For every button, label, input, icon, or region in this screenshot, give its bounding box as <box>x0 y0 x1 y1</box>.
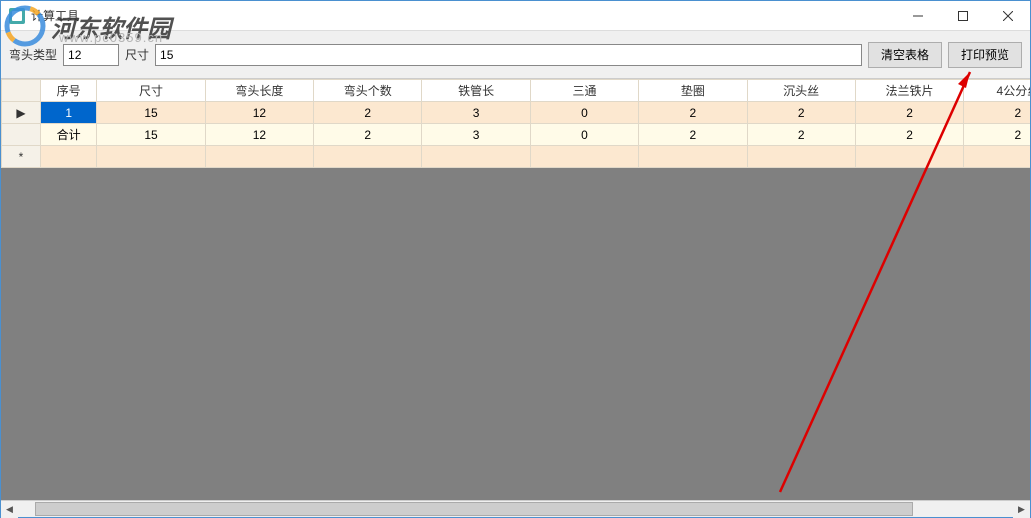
grid-corner[interactable] <box>2 80 41 102</box>
minimize-button[interactable] <box>895 1 940 31</box>
cell[interactable]: 2 <box>747 102 855 124</box>
col-header-tee[interactable]: 三通 <box>530 80 638 102</box>
cell[interactable]: 3 <box>422 124 530 146</box>
cell[interactable]: 0 <box>530 124 638 146</box>
size-input[interactable] <box>155 44 862 66</box>
col-header-countersunk[interactable]: 沉头丝 <box>747 80 855 102</box>
type-label: 弯头类型 <box>9 46 57 63</box>
cell[interactable] <box>747 146 855 168</box>
cell[interactable] <box>855 146 963 168</box>
type-input[interactable] <box>63 44 119 66</box>
cell[interactable]: 2 <box>314 124 422 146</box>
cell[interactable] <box>41 146 97 168</box>
cell[interactable]: 12 <box>205 124 313 146</box>
table-row-new[interactable]: * <box>2 146 1031 168</box>
new-row-indicator-icon: * <box>2 146 41 168</box>
cell[interactable] <box>639 146 747 168</box>
cell[interactable] <box>422 146 530 168</box>
col-header-flange[interactable]: 法兰铁片 <box>855 80 963 102</box>
cell[interactable] <box>97 146 205 168</box>
row-indicator-icon: ▶ <box>2 102 41 124</box>
scroll-track[interactable] <box>18 501 1013 517</box>
col-header-size[interactable]: 尺寸 <box>97 80 205 102</box>
col-header-bend-count[interactable]: 弯头个数 <box>314 80 422 102</box>
table-row[interactable]: ▶ 1 15 12 2 3 0 2 2 2 2 <box>2 102 1031 124</box>
scroll-right-icon[interactable]: ▶ <box>1013 501 1030 518</box>
cell[interactable]: 2 <box>747 124 855 146</box>
cell[interactable]: 2 <box>639 102 747 124</box>
cell[interactable]: 12 <box>205 102 313 124</box>
scroll-thumb[interactable] <box>35 502 913 516</box>
data-grid[interactable]: 序号 尺寸 弯头长度 弯头个数 铁管长 三通 垫圈 沉头丝 法兰铁片 4公分丝 … <box>1 79 1030 168</box>
titlebar: 计算工具 <box>1 1 1030 31</box>
cell[interactable]: 2 <box>855 124 963 146</box>
cell[interactable]: 15 <box>97 102 205 124</box>
close-button[interactable] <box>985 1 1030 31</box>
print-preview-button[interactable]: 打印预览 <box>948 42 1022 68</box>
cell[interactable] <box>205 146 313 168</box>
window-title: 计算工具 <box>31 7 79 24</box>
cell[interactable]: 2 <box>855 102 963 124</box>
cell[interactable]: 15 <box>97 124 205 146</box>
grid-area: 序号 尺寸 弯头长度 弯头个数 铁管长 三通 垫圈 沉头丝 法兰铁片 4公分丝 … <box>1 79 1030 500</box>
app-icon <box>9 8 25 24</box>
cell[interactable]: 0 <box>530 102 638 124</box>
cell[interactable] <box>314 146 422 168</box>
cell[interactable]: 2 <box>639 124 747 146</box>
clear-table-button[interactable]: 清空表格 <box>868 42 942 68</box>
cell[interactable]: 3 <box>422 102 530 124</box>
cell[interactable] <box>964 146 1030 168</box>
col-header-4cm[interactable]: 4公分丝 <box>964 80 1030 102</box>
cell[interactable]: 2 <box>314 102 422 124</box>
col-header-pipe-length[interactable]: 铁管长 <box>422 80 530 102</box>
maximize-button[interactable] <box>940 1 985 31</box>
toolbar: 弯头类型 尺寸 清空表格 打印预览 <box>1 31 1030 79</box>
cell[interactable]: 2 <box>964 102 1030 124</box>
cell[interactable]: 2 <box>964 124 1030 146</box>
table-row-total[interactable]: 合计 15 12 2 3 0 2 2 2 2 <box>2 124 1031 146</box>
cell-seq[interactable]: 1 <box>41 102 97 124</box>
horizontal-scrollbar[interactable]: ◀ ▶ <box>1 500 1030 517</box>
scroll-left-icon[interactable]: ◀ <box>1 501 18 518</box>
col-header-seq[interactable]: 序号 <box>41 80 97 102</box>
cell-seq[interactable]: 合计 <box>41 124 97 146</box>
col-header-washer[interactable]: 垫圈 <box>639 80 747 102</box>
row-header <box>2 124 41 146</box>
size-label: 尺寸 <box>125 46 149 63</box>
col-header-bend-length[interactable]: 弯头长度 <box>205 80 313 102</box>
cell[interactable] <box>530 146 638 168</box>
